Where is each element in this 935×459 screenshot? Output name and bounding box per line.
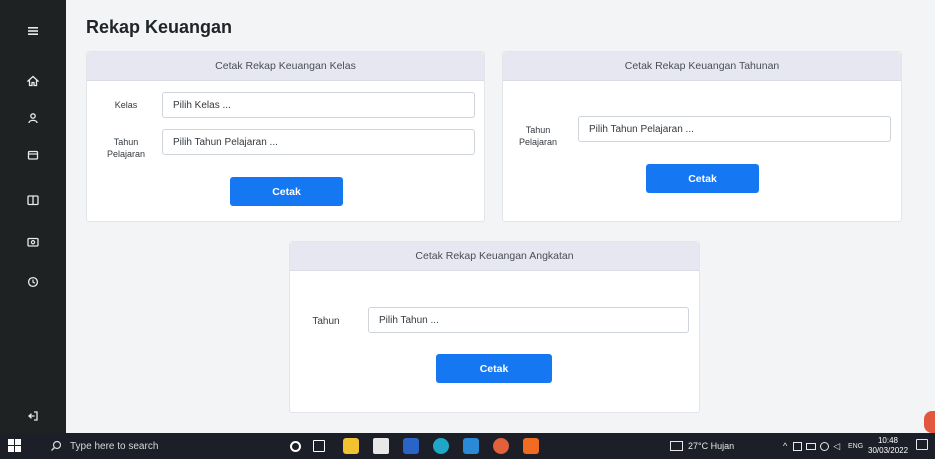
chevron-up-icon[interactable]: ^ <box>783 441 789 451</box>
search-icon <box>51 440 62 451</box>
mail-icon[interactable] <box>373 438 389 454</box>
network-icon[interactable] <box>806 442 817 450</box>
tahun-pelajaran-label: Tahun Pelajaran <box>101 136 151 160</box>
clock-date: 30/03/2022 <box>868 446 909 455</box>
weather-widget[interactable]: 27°C Hujan <box>670 433 734 459</box>
edge-icon[interactable] <box>433 438 449 454</box>
wallet-icon[interactable] <box>0 143 66 167</box>
history-icon[interactable] <box>0 270 66 294</box>
vscode-icon[interactable] <box>463 438 479 454</box>
task-view-icon[interactable] <box>313 440 325 452</box>
label-line: Tahun <box>525 125 551 135</box>
clock-time: 10:48 <box>877 436 899 445</box>
volume-icon[interactable]: ◁ <box>833 441 842 452</box>
label-line: Tahun <box>113 137 139 147</box>
tahun-pelajaran-label: Tahun Pelajaran <box>513 124 563 148</box>
cortana-icon[interactable] <box>290 441 301 452</box>
user-icon[interactable] <box>0 106 66 130</box>
kelas-label: Kelas <box>114 100 138 110</box>
tahun-label: Tahun <box>312 316 340 327</box>
battery-icon[interactable] <box>793 441 803 451</box>
tahun-pelajaran-select[interactable]: Pilih Tahun Pelajaran ... <box>162 129 475 155</box>
news-icon <box>670 441 683 451</box>
system-tray[interactable]: ^ ◁ <box>783 433 842 459</box>
cetak-button[interactable]: Cetak <box>646 164 759 193</box>
book-icon[interactable] <box>0 188 66 212</box>
home-icon[interactable] <box>0 69 66 93</box>
weather-text: 27°C Hujan <box>688 441 735 451</box>
page-title: Rekap Keuangan <box>86 17 233 37</box>
card-rekap-tahunan: Cetak Rekap Keuangan Tahunan Tahun Pelaj… <box>502 51 902 222</box>
notification-icon[interactable] <box>916 439 928 450</box>
kelas-select[interactable]: Pilih Kelas ... <box>162 92 475 118</box>
globe-icon[interactable] <box>820 441 830 451</box>
clock[interactable]: 10:48 30/03/2022 <box>868 436 908 456</box>
taskbar-search[interactable]: Type here to search <box>40 433 266 459</box>
xampp-icon[interactable] <box>523 438 539 454</box>
word-icon[interactable] <box>403 438 419 454</box>
card-rekap-kelas: Cetak Rekap Keuangan Kelas Kelas Pilih K… <box>86 51 485 222</box>
card-rekap-angkatan: Cetak Rekap Keuangan Angkatan Tahun Pili… <box>289 241 700 413</box>
windows-start-icon[interactable] <box>8 439 21 452</box>
tahun-select[interactable]: Pilih Tahun ... <box>368 307 689 333</box>
card-header: Cetak Rekap Keuangan Kelas <box>87 52 484 81</box>
chrome-icon[interactable] <box>493 438 509 454</box>
menu-icon[interactable] <box>0 19 66 43</box>
sidebar <box>0 0 66 433</box>
card-header: Cetak Rekap Keuangan Tahunan <box>503 52 901 81</box>
file-explorer-icon[interactable] <box>343 438 359 454</box>
cetak-button[interactable]: Cetak <box>436 354 552 383</box>
label-line: Pelajaran <box>518 137 558 147</box>
search-placeholder: Type here to search <box>70 440 159 452</box>
language-indicator[interactable]: ENG <box>848 433 863 459</box>
main-content: Rekap Keuangan Cetak Rekap Keuangan Kela… <box>66 0 935 433</box>
tahun-pelajaran-select[interactable]: Pilih Tahun Pelajaran ... <box>578 116 891 142</box>
cetak-button[interactable]: Cetak <box>230 177 343 206</box>
logout-icon[interactable] <box>0 404 66 428</box>
flame-widget-icon[interactable] <box>924 411 935 433</box>
label-line: Pelajaran <box>106 149 146 159</box>
taskbar: Type here to search 27°C Hujan ^ ◁ ENG 1… <box>0 433 935 459</box>
money-icon[interactable] <box>0 230 66 254</box>
card-header: Cetak Rekap Keuangan Angkatan <box>290 242 699 271</box>
